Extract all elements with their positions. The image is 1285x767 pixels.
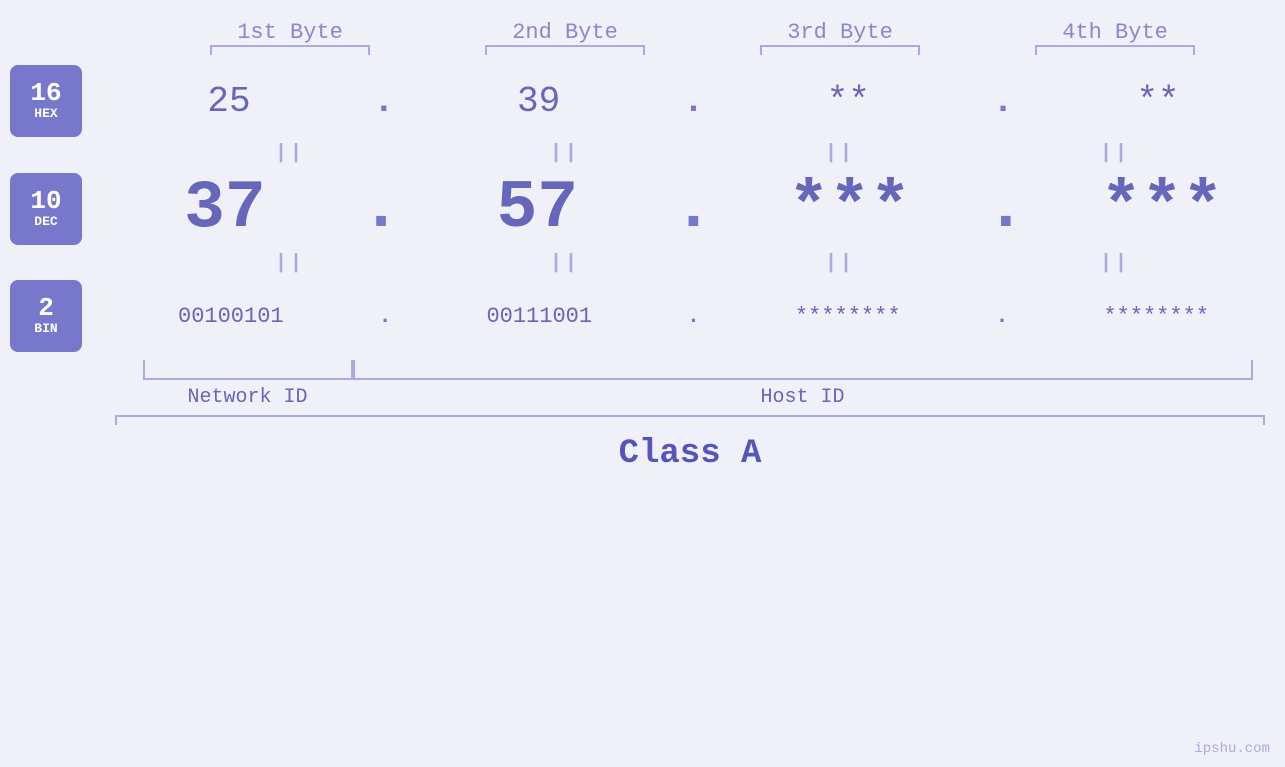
dec-badge: 10 DEC [10,173,82,245]
eq5: || [190,252,390,275]
eq1: || [190,142,390,165]
bin-dot1: . [378,304,391,329]
eq2: || [465,142,665,165]
hex-byte2: 39 [439,81,639,122]
host-id-label: Host ID [353,386,1253,409]
hex-byte4: ** [1058,81,1258,122]
bin-badge: 2 BIN [10,280,82,352]
byte4-header: 4th Byte [1015,20,1215,47]
byte2-header: 2nd Byte [465,20,665,47]
network-id-label: Network ID [143,386,353,409]
eq7: || [740,252,940,275]
hex-dot2: . [683,81,705,122]
dec-byte4: *** [1062,170,1262,247]
watermark: ipshu.com [1194,741,1270,757]
hex-values: 25 . 39 . ** . ** [82,81,1285,122]
network-id-bracket [143,360,353,380]
bin-byte2: 00111001 [439,304,639,329]
dec-byte2: 57 [437,170,637,247]
hex-row: 16 HEX 25 . 39 . ** . ** [0,65,1285,137]
main-container: 1st Byte 2nd Byte 3rd Byte 4th Byte 16 H… [0,0,1285,767]
byte2-bracket [485,45,645,47]
hex-badge: 16 HEX [10,65,82,137]
dec-values: 37 . 57 . *** . *** [82,170,1285,247]
dec-dot1: . [361,170,402,247]
bin-dot2: . [687,304,700,329]
bin-byte4: ******** [1056,304,1256,329]
dec-dot3: . [985,170,1026,247]
eq3: || [740,142,940,165]
dec-byte1: 37 [125,170,325,247]
dec-row: 10 DEC 37 . 57 . *** . *** [0,170,1285,247]
hex-dot3: . [992,81,1014,122]
hex-dot1: . [373,81,395,122]
bin-values: 00100101 . 00111001 . ******** . *******… [82,304,1285,329]
hex-byte3: ** [748,81,948,122]
class-label: Class A [115,435,1265,473]
eq4: || [1015,142,1215,165]
byte1-header: 1st Byte [190,20,390,47]
equals-row-2: || || || || [153,247,1253,280]
eq8: || [1015,252,1215,275]
dec-byte3: *** [750,170,950,247]
byte3-bracket [760,45,920,47]
equals-row-1: || || || || [153,137,1253,170]
byte1-bracket [210,45,370,47]
byte4-bracket [1035,45,1195,47]
overall-bracket [115,415,1265,417]
host-id-bracket [353,360,1253,380]
bin-byte3: ******** [748,304,948,329]
eq6: || [465,252,665,275]
byte-headers: 1st Byte 2nd Byte 3rd Byte 4th Byte [153,20,1253,47]
bin-byte1: 00100101 [131,304,331,329]
bin-dot3: . [995,304,1008,329]
byte3-header: 3rd Byte [740,20,940,47]
hex-byte1: 25 [129,81,329,122]
bin-row: 2 BIN 00100101 . 00111001 . ******** . *… [0,280,1285,352]
dec-dot2: . [673,170,714,247]
